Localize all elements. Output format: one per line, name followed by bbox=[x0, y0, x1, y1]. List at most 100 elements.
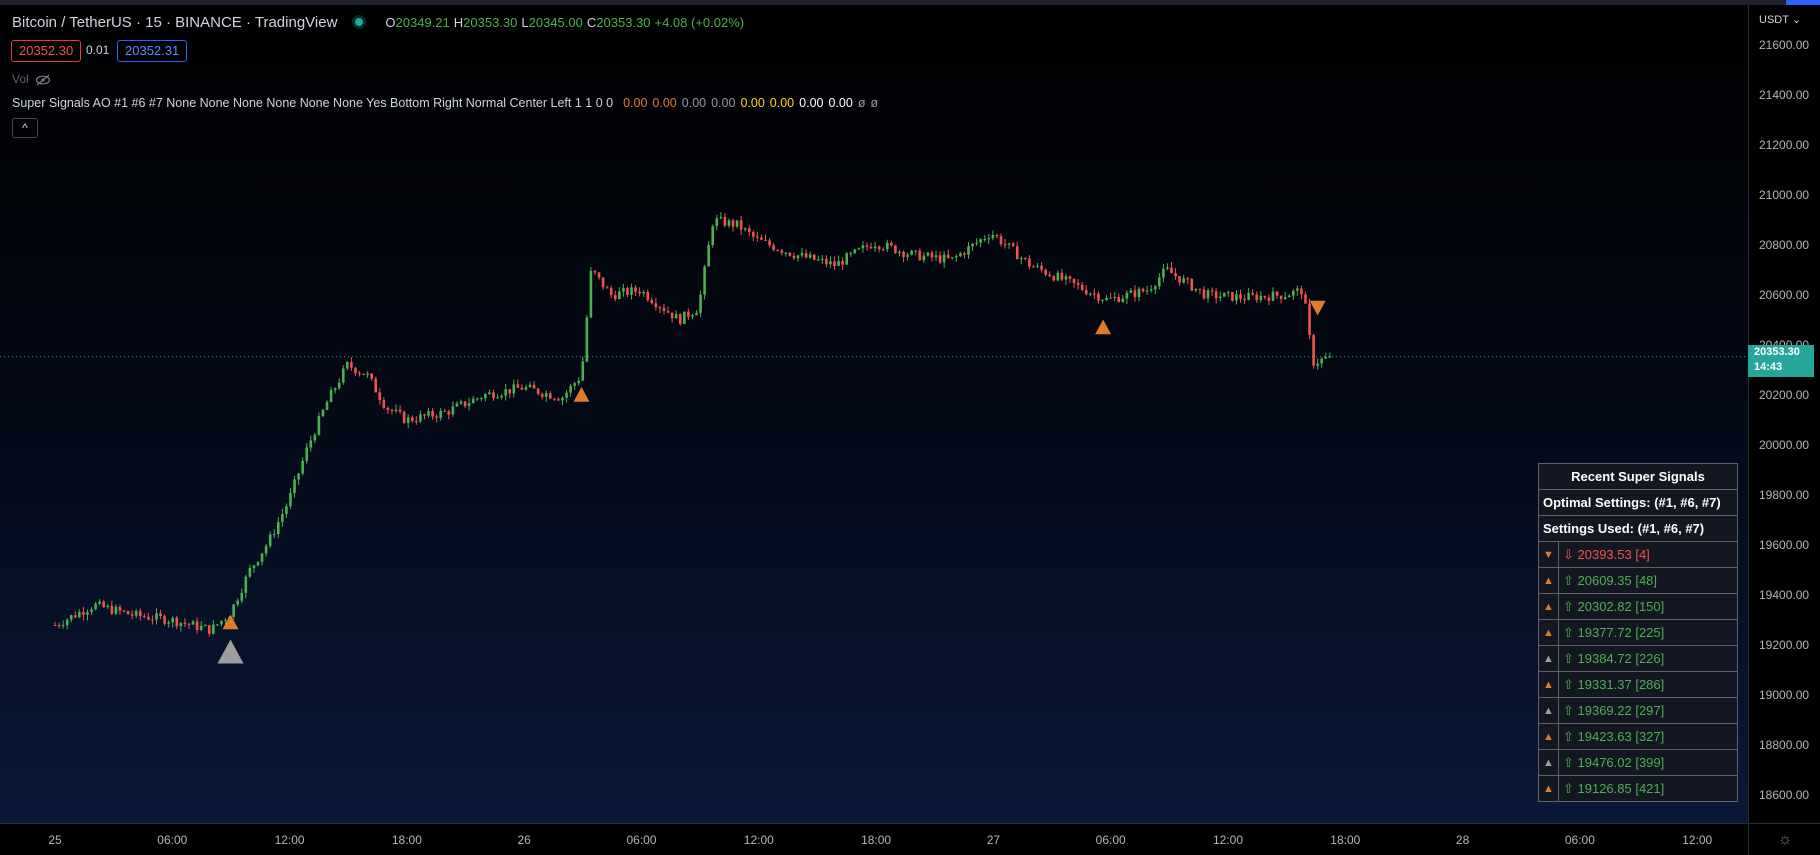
buy-signal-triangle-icon bbox=[573, 387, 590, 402]
triangle-up-icon: ▲ bbox=[1538, 593, 1559, 620]
currency-selector[interactable]: USDT ⌄ bbox=[1759, 13, 1801, 26]
candle-body bbox=[983, 238, 987, 240]
candle-body bbox=[1312, 335, 1315, 366]
last-price: 20353.30 bbox=[1754, 346, 1800, 358]
candle-body bbox=[203, 625, 207, 627]
time-tick: 27 bbox=[986, 833, 1001, 847]
candle-body bbox=[1279, 295, 1283, 300]
market-status-dot-icon[interactable] bbox=[355, 18, 364, 26]
price-tick: 21000.00 bbox=[1759, 188, 1810, 202]
chevron-down-icon: ⌄ bbox=[1791, 14, 1802, 26]
candle-body bbox=[1198, 288, 1202, 290]
signal-row: ▲ ⇧ 19331.37 [286] bbox=[1538, 671, 1738, 698]
candle-body bbox=[861, 245, 865, 249]
eye-hidden-icon[interactable] bbox=[35, 74, 51, 86]
triangle-up-icon: ▲ bbox=[1538, 697, 1559, 724]
chart-pane[interactable] bbox=[0, 5, 1748, 823]
candle-body bbox=[94, 603, 97, 610]
time-tick: 26 bbox=[517, 833, 531, 847]
candle-body bbox=[784, 252, 788, 254]
candle-body bbox=[53, 625, 57, 626]
candle-body bbox=[329, 389, 333, 402]
sell-signal-triangle-icon bbox=[1309, 300, 1326, 316]
candle-body bbox=[877, 246, 881, 250]
candle-body bbox=[402, 411, 406, 423]
candle-body bbox=[703, 266, 706, 295]
time-tick: 06:00 bbox=[157, 833, 188, 847]
candlestick-chart[interactable] bbox=[0, 5, 1748, 823]
candle-body bbox=[1011, 243, 1015, 247]
candle-body bbox=[1304, 294, 1307, 304]
candle-body bbox=[1210, 290, 1214, 292]
candle-body bbox=[613, 294, 617, 300]
ohlc-value-l: 20345.00 bbox=[528, 15, 583, 30]
symbol-title[interactable]: Bitcoin / TetherUS · 15 · BINANCE · Trad… bbox=[12, 14, 337, 31]
candle-body bbox=[711, 226, 715, 246]
candle-body bbox=[484, 394, 487, 399]
settings-corner[interactable]: ☼ bbox=[1748, 823, 1820, 855]
candle-body bbox=[829, 261, 832, 265]
candle-body bbox=[1024, 258, 1027, 260]
candle-body bbox=[232, 604, 235, 617]
volume-legend[interactable]: Vol bbox=[12, 72, 51, 86]
candle-body bbox=[207, 625, 211, 634]
candle-body bbox=[1007, 243, 1011, 245]
candle-body bbox=[285, 506, 288, 515]
indicator-legend[interactable]: Super Signals AO #1 #6 #7 None None None… bbox=[12, 96, 878, 110]
candle-body bbox=[114, 606, 118, 614]
candle-body bbox=[1028, 258, 1031, 267]
spread-value: 0.01 bbox=[86, 43, 110, 57]
collapse-legend-button[interactable]: ^ bbox=[12, 118, 38, 138]
candle-body bbox=[841, 260, 844, 265]
triangle-up-icon: ▲ bbox=[1538, 749, 1559, 776]
candle-body bbox=[1019, 258, 1023, 260]
time-tick: 18:00 bbox=[1330, 833, 1361, 847]
candle-body bbox=[1283, 297, 1287, 300]
candle-body bbox=[159, 613, 162, 617]
candle-body bbox=[723, 216, 727, 226]
candle-body bbox=[926, 252, 930, 256]
price-tick: 19800.00 bbox=[1759, 488, 1810, 502]
price-axis[interactable]: USDT ⌄ 21600.00 21400.00 21200.00 21000.00 2… bbox=[1748, 5, 1820, 823]
sell-button[interactable]: 20352.30 bbox=[11, 40, 82, 62]
candle-body bbox=[577, 380, 581, 384]
candle-body bbox=[646, 291, 650, 301]
candle-body bbox=[1052, 276, 1056, 281]
candle-body bbox=[739, 220, 743, 230]
candle-body bbox=[350, 362, 353, 368]
candle-body bbox=[118, 606, 122, 611]
candle-body bbox=[1259, 295, 1263, 301]
price-change: +4.08 (+0.02%) bbox=[654, 15, 745, 30]
candle-body bbox=[398, 409, 402, 412]
indicator-value: 0.00 bbox=[769, 96, 795, 110]
candle-body bbox=[333, 388, 337, 390]
candle-body bbox=[138, 610, 142, 616]
candle-body bbox=[370, 373, 373, 379]
candle-body bbox=[727, 220, 731, 226]
candle-body bbox=[873, 246, 877, 249]
ohlc-value-o: 20349.21 bbox=[395, 15, 450, 30]
candle-body bbox=[1271, 291, 1275, 301]
candle-body bbox=[938, 255, 942, 263]
candle-body bbox=[1076, 283, 1080, 285]
candle-body bbox=[301, 460, 304, 474]
candle-body bbox=[1158, 277, 1161, 287]
candle-body bbox=[1287, 295, 1291, 298]
candle-body bbox=[804, 253, 808, 258]
candle-body bbox=[837, 260, 840, 266]
candle-body bbox=[959, 253, 962, 257]
signal-value: ⇧ 19369.22 [297] bbox=[1558, 697, 1738, 724]
time-axis[interactable]: 25 06:00 12:00 18:00 26 06:00 12:00 18:00 27 06:0… bbox=[0, 823, 1748, 855]
indicator-value: 0.00 bbox=[681, 96, 707, 110]
time-tick: 06:00 bbox=[626, 833, 657, 847]
candle-body bbox=[1089, 293, 1092, 295]
candle-body bbox=[1247, 293, 1250, 300]
candle-body bbox=[382, 400, 386, 408]
candle-body bbox=[695, 312, 698, 316]
ohlc-value-c: 20353.30 bbox=[596, 15, 651, 30]
candle-body bbox=[1015, 246, 1019, 260]
recent-signals-table: Recent Super Signals Optimal Settings: (… bbox=[1538, 463, 1738, 802]
buy-button[interactable]: 20352.31 bbox=[117, 40, 188, 62]
candle-body bbox=[1320, 358, 1324, 364]
candle-body bbox=[808, 254, 812, 258]
